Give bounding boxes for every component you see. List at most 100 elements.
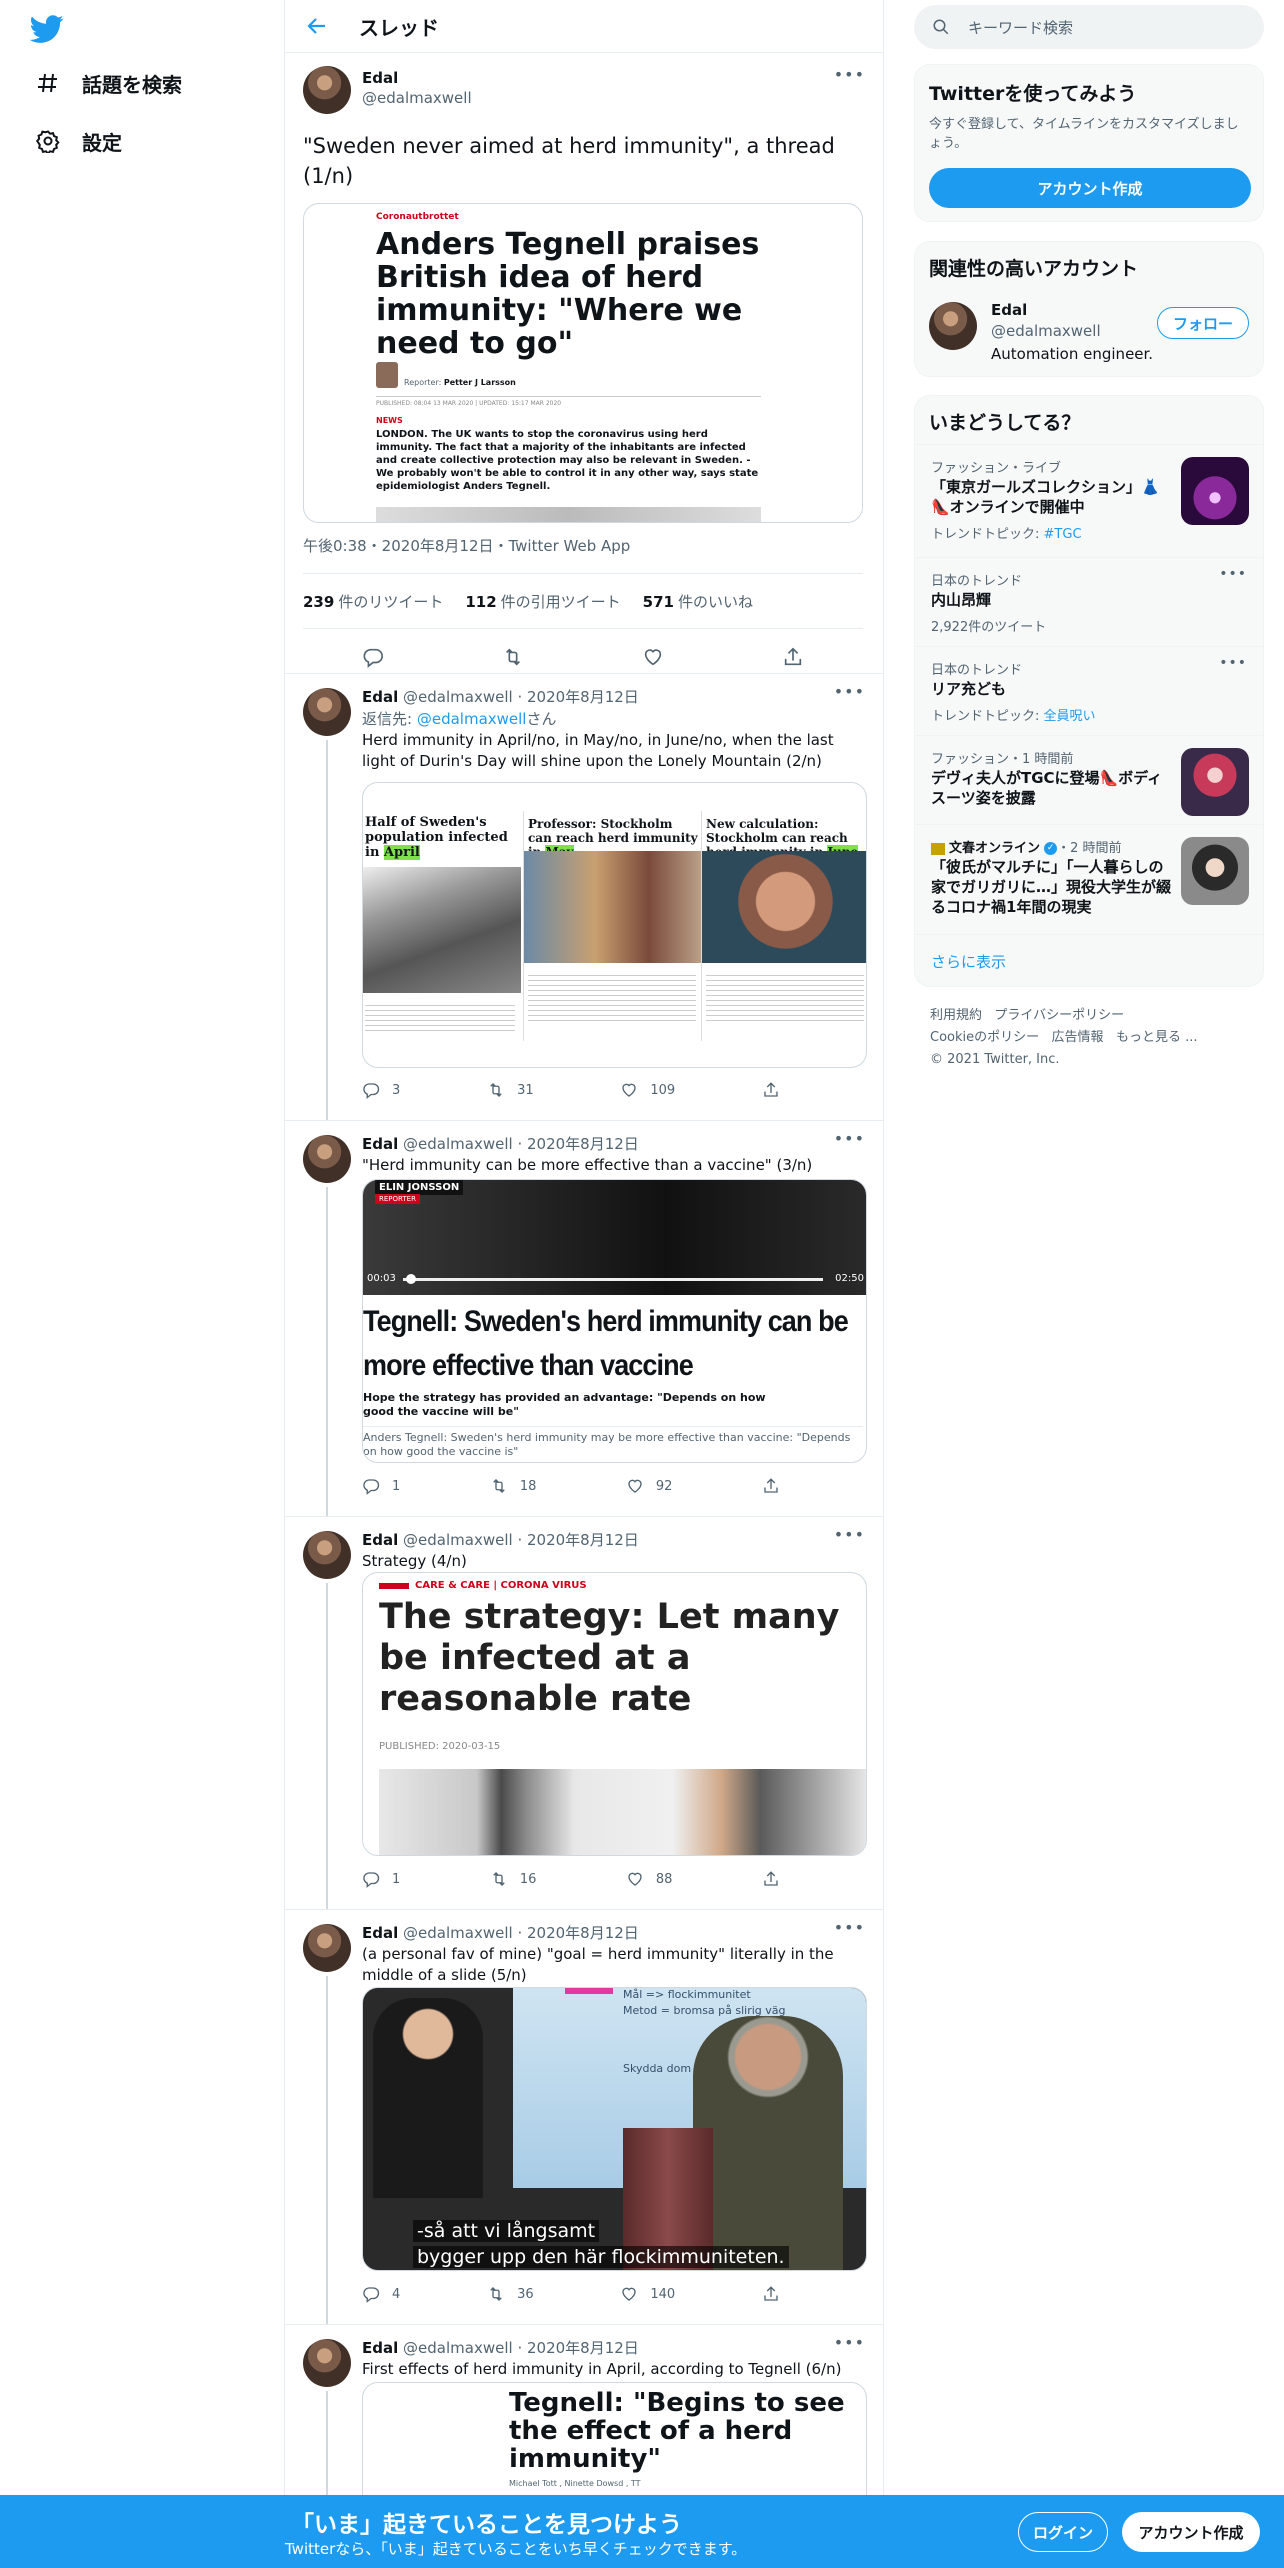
article-image[interactable]: Tegnell: "Begins to see the effect of a … <box>362 2382 867 2512</box>
share-icon[interactable] <box>782 646 804 668</box>
news-source-logo <box>931 842 945 855</box>
author-name[interactable]: Edal <box>362 69 398 87</box>
more-options-icon[interactable]: ••• <box>834 682 865 701</box>
thread-tweet[interactable]: Edal @edalmaxwell · 2020年8月12日 ••• 返信先: … <box>285 673 883 1121</box>
reporter-name: Petter J Larsson <box>443 378 516 387</box>
twitter-logo-icon[interactable] <box>30 12 64 46</box>
reply-button[interactable]: 1 <box>362 1870 400 1888</box>
article-headline: Tegnell: Sweden's herd immunity can be m… <box>363 1305 849 1382</box>
thread-tweet[interactable]: Edal @edalmaxwell · 2020年8月12日 ••• (a pe… <box>285 1909 883 2325</box>
more-options-icon[interactable]: ••• <box>834 1129 865 1148</box>
like-count[interactable]: 571 件のいいね <box>643 591 753 612</box>
like-icon[interactable] <box>642 646 664 668</box>
tweet-actions: 3 31 109 <box>362 1081 792 1099</box>
video-scrubber[interactable] <box>406 1274 417 1284</box>
tweet-header: Edal @edalmaxwell · 2020年8月12日 <box>362 1135 639 1153</box>
share-button[interactable] <box>762 2285 792 2303</box>
follow-button[interactable]: フォロー <box>1157 307 1249 339</box>
reply-icon <box>363 2287 380 2303</box>
video-progress-track[interactable] <box>403 1278 823 1281</box>
trend-topic-link[interactable]: 全員呪い <box>1044 709 1096 724</box>
like-button[interactable]: 109 <box>620 1081 675 1099</box>
trend-hashtag-link[interactable]: #TGC <box>1044 527 1082 542</box>
like-button[interactable]: 92 <box>626 1477 672 1495</box>
retweet-button[interactable]: 36 <box>487 2285 534 2303</box>
terms-link[interactable]: 利用規約 <box>930 1008 982 1023</box>
nav-settings[interactable]: 設定 <box>34 121 122 161</box>
thread-tweet[interactable]: Edal @edalmaxwell · 2020年8月12日 ••• "Herd… <box>285 1120 883 1517</box>
retweet-button[interactable]: 31 <box>487 1081 534 1099</box>
avatar[interactable] <box>303 66 351 114</box>
avatar[interactable] <box>303 1924 351 1972</box>
more-options-icon[interactable]: ••• <box>834 1525 865 1544</box>
signup-button[interactable]: アカウント作成 <box>1122 2512 1260 2552</box>
more-options-icon[interactable]: ••• <box>834 65 865 84</box>
cookie-link[interactable]: Cookieのポリシー <box>930 1030 1039 1045</box>
more-options-icon[interactable]: ••• <box>834 1918 865 1937</box>
retweet-button[interactable]: 16 <box>490 1870 536 1888</box>
tweet-stats: 239 件のリツイート 112 件の引用ツイート 571 件のいいね <box>303 573 863 629</box>
reply-button[interactable]: 3 <box>362 1081 400 1099</box>
reporter-photo <box>376 362 398 388</box>
tweet-header: Edal @edalmaxwell · 2020年8月12日 <box>362 688 639 706</box>
trend-item[interactable]: 日本のトレンド ••• 内山昂輝 2,922件のツイート <box>915 557 1263 646</box>
avatar[interactable] <box>303 688 351 736</box>
privacy-link[interactable]: プライバシーポリシー <box>994 1008 1124 1023</box>
video-time-total: 02:50 <box>835 1273 864 1284</box>
retweet-button[interactable]: 18 <box>490 1477 536 1495</box>
related-handle[interactable]: @edalmaxwell <box>991 322 1101 340</box>
more-link[interactable]: もっと見る ... <box>1116 1030 1198 1045</box>
reporter-role-tag: REPORTER <box>375 1194 420 1204</box>
article-image[interactable]: CARE & CARE | CORONA VIRUS The strategy:… <box>362 1572 867 1856</box>
create-account-button[interactable]: アカウント作成 <box>929 168 1251 208</box>
tweet-image[interactable]: Half of Sweden's population infected in … <box>362 782 867 1068</box>
reply-icon[interactable] <box>362 646 384 668</box>
more-options-icon[interactable]: ••• <box>1219 655 1247 671</box>
like-icon <box>628 1872 642 1886</box>
tweet-text: First effects of herd immunity in April,… <box>362 2360 842 2378</box>
share-button[interactable] <box>762 1081 792 1099</box>
tweet-video-card[interactable]: ELIN JONSSON REPORTER 00:03 02:50 Tegnel… <box>362 1179 867 1463</box>
trend-context: 文春オンライン ✓ ・2 時間前 <box>931 837 1122 856</box>
trend-item[interactable]: ファッション・ライブ 「東京ガールズコレクション」👗👠オンラインで開催中 トレン… <box>915 444 1263 557</box>
author-handle[interactable]: @edalmaxwell <box>362 89 472 107</box>
trend-item[interactable]: 日本のトレンド ••• リア充ども トレンドトピック: 全員呪い <box>915 646 1263 735</box>
nav-explore[interactable]: 話題を検索 <box>34 63 182 103</box>
reply-button[interactable]: 1 <box>362 1477 400 1495</box>
retweet-count[interactable]: 239 件のリツイート <box>303 591 443 612</box>
reply-to-link[interactable]: @edalmaxwell <box>417 710 527 728</box>
trend-item[interactable]: ファッション・1 時間前 デヴィ夫人がTGCに登場👠ボディスーツ姿を披露 <box>915 735 1263 824</box>
trend-thumbnail <box>1181 837 1249 905</box>
share-button[interactable] <box>762 1477 792 1495</box>
more-options-icon[interactable]: ••• <box>1219 566 1247 582</box>
ads-link[interactable]: 広告情報 <box>1052 1030 1104 1045</box>
search-input[interactable]: キーワード検索 <box>914 5 1264 49</box>
share-button[interactable] <box>762 1870 792 1888</box>
bottom-signup-bar: 「いま」起きていることを見つけよう Twitterなら、「いま」起きていることを… <box>0 2495 1284 2568</box>
reply-button[interactable]: 4 <box>362 2285 400 2303</box>
article-image[interactable]: Coronautbrottet Anders Tegnell praises B… <box>303 203 863 523</box>
reply-to: 返信先: @edalmaxwellさん <box>362 710 557 728</box>
related-name[interactable]: Edal <box>991 301 1027 319</box>
trend-item[interactable]: 文春オンライン ✓ ・2 時間前 「彼氏がマルチに」「一人暮らしの家でガリガリに…… <box>915 824 1263 934</box>
avatar[interactable] <box>303 1135 351 1183</box>
avatar[interactable] <box>303 1531 351 1579</box>
back-arrow-icon[interactable] <box>305 14 329 38</box>
avatar[interactable] <box>303 2339 351 2387</box>
thread-tweet[interactable]: Edal @edalmaxwell · 2020年8月12日 ••• Strat… <box>285 1516 883 1910</box>
tweet-image[interactable]: Mål => flockimmunitet Metod = bromsa på … <box>362 1987 867 2271</box>
video-player[interactable]: ELIN JONSSON REPORTER 00:03 02:50 <box>363 1180 866 1295</box>
like-button[interactable]: 140 <box>620 2285 675 2303</box>
thread-header: スレッド <box>285 0 883 53</box>
like-button[interactable]: 88 <box>626 1870 672 1888</box>
retweet-icon[interactable] <box>502 646 524 668</box>
related-bio: Automation engineer. <box>991 345 1154 363</box>
more-options-icon[interactable]: ••• <box>834 2333 865 2352</box>
trend-title: リア充ども <box>931 680 1007 698</box>
login-button[interactable]: ログイン <box>1018 2512 1108 2552</box>
tweet-timestamp[interactable]: 午後0:38・2020年8月12日・Twitter Web App <box>303 535 630 556</box>
thread-tweet[interactable]: Edal @edalmaxwell · 2020年8月12日 ••• First… <box>285 2324 883 2512</box>
quote-count[interactable]: 112 件の引用ツイート <box>465 591 620 612</box>
show-more-link[interactable]: さらに表示 <box>915 934 1263 987</box>
avatar[interactable] <box>929 302 977 350</box>
